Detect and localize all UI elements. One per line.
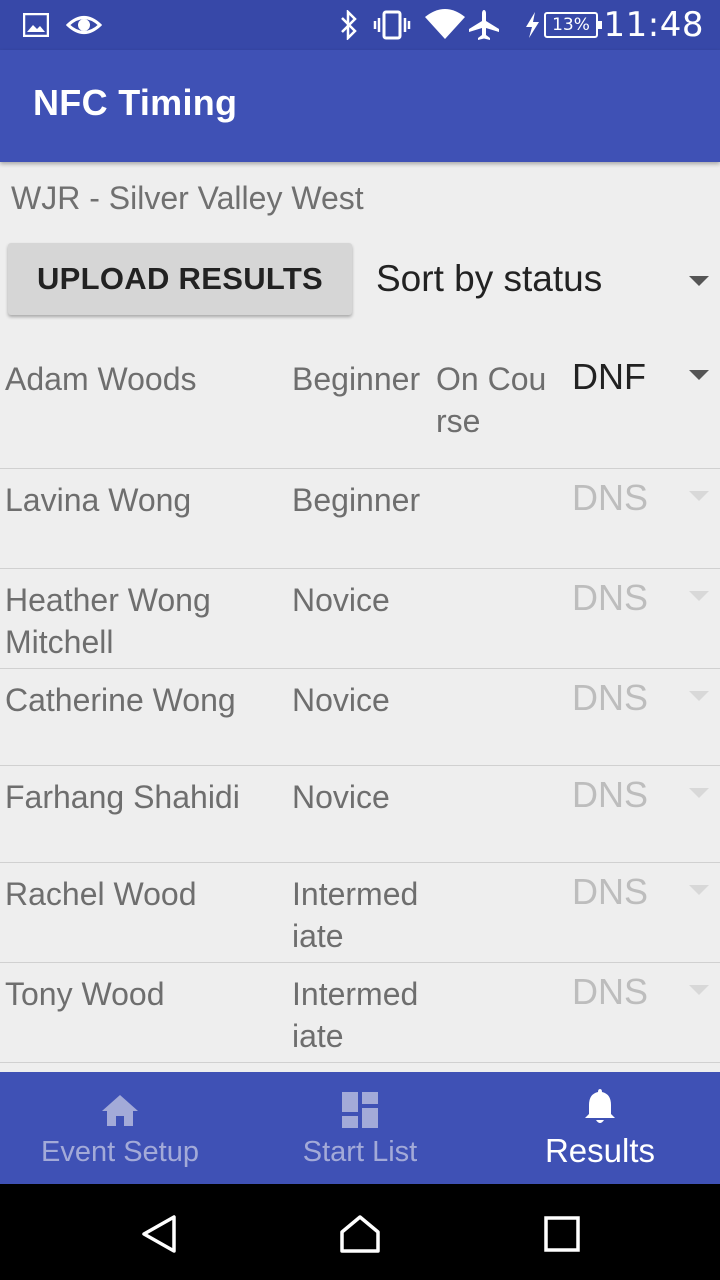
competitor-name: Adam Woods [5, 361, 197, 397]
recents-icon[interactable] [542, 1214, 582, 1254]
battery-indicator: 13% [544, 12, 602, 38]
home-button-icon[interactable] [340, 1214, 380, 1254]
dropdown-arrow-icon[interactable] [689, 885, 709, 895]
eye-icon [66, 8, 102, 42]
image-icon [22, 8, 50, 42]
competitor-name: Catherine Wong [5, 682, 236, 718]
result-row[interactable]: Rachel Wood Intermediate DNS [0, 863, 720, 963]
result-dropdown-value[interactable]: DNF [572, 356, 646, 398]
nav-label: Start List [302, 1136, 418, 1168]
dropdown-arrow-icon[interactable] [689, 985, 709, 995]
competitor-status: On Course [436, 361, 547, 439]
result-dropdown-value[interactable]: DNS [572, 971, 648, 1013]
competitor-name: Lavina Wong [5, 482, 192, 518]
competitor-name: Rachel Wood [5, 876, 197, 912]
home-icon [100, 1090, 140, 1130]
sort-dropdown-value: Sort by status [376, 258, 603, 299]
competitor-name: Tony Wood [5, 976, 165, 1012]
results-list[interactable]: Adam Woods Beginner On Course DNF Lavina… [0, 348, 720, 1072]
result-row[interactable]: Farhang Shahidi Novice DNS [0, 766, 720, 863]
nav-results[interactable]: Results [480, 1072, 720, 1184]
result-row[interactable]: Tony Wood Intermediate DNS [0, 963, 720, 1063]
vibrate-icon [372, 8, 412, 42]
competitor-level: Intermediate [292, 976, 419, 1051]
competitor-level: Novice [292, 582, 390, 618]
result-row[interactable]: Adam Woods Beginner On Course DNF [0, 348, 720, 469]
event-name: WJR - Silver Valley West [11, 180, 364, 216]
result-dropdown-value[interactable]: DNS [572, 871, 648, 913]
nav-event-setup[interactable]: Event Setup [0, 1072, 240, 1184]
upload-results-button[interactable]: UPLOAD RESULTS [8, 243, 352, 315]
nav-start-list[interactable]: Start List [240, 1072, 480, 1184]
result-dropdown-value[interactable]: DNS [572, 577, 648, 619]
dropdown-arrow-icon [689, 276, 709, 286]
app-bar: NFC Timing [0, 50, 720, 162]
result-dropdown-value[interactable]: DNS [572, 774, 648, 816]
dropdown-arrow-icon[interactable] [689, 591, 709, 601]
competitor-level: Beginner [292, 361, 421, 397]
result-row[interactable]: Lavina Wong Beginner DNS [0, 469, 720, 569]
dashboard-icon [340, 1090, 380, 1130]
status-bar: 13% 11:48 [0, 0, 720, 50]
competitor-level: Beginner [292, 482, 421, 518]
airplane-icon [466, 8, 502, 42]
result-row[interactable]: Catherine Wong Novice DNS [0, 669, 720, 766]
dropdown-arrow-icon[interactable] [689, 788, 709, 798]
app-title: NFC Timing [33, 82, 238, 123]
competitor-level: Novice [292, 682, 390, 718]
result-row[interactable]: Heather Wong Mitchell Novice DNS [0, 569, 720, 669]
result-dropdown-value[interactable]: DNS [572, 677, 648, 719]
competitor-level: Intermediate [292, 876, 419, 951]
result-dropdown-value[interactable]: DNS [572, 477, 648, 519]
dropdown-arrow-icon[interactable] [689, 491, 709, 501]
clock: 11:48 [603, 5, 704, 45]
competitor-level: Novice [292, 779, 390, 815]
competitor-name: Heather Wong Mitchell [5, 582, 211, 657]
dropdown-arrow-icon[interactable] [689, 691, 709, 701]
bottom-navigation: Event Setup Start List Results [0, 1072, 720, 1184]
dropdown-arrow-icon[interactable] [689, 370, 709, 380]
system-navigation-bar [0, 1184, 720, 1280]
bell-icon [580, 1086, 620, 1126]
nav-label: Event Setup [41, 1136, 199, 1168]
charging-icon [522, 8, 542, 42]
wifi-icon [424, 8, 466, 42]
back-icon[interactable] [140, 1214, 180, 1254]
nav-label: Results [544, 1132, 656, 1169]
sort-dropdown[interactable]: Sort by status [376, 252, 720, 312]
bluetooth-icon [338, 8, 360, 42]
competitor-name: Farhang Shahidi [5, 779, 240, 815]
